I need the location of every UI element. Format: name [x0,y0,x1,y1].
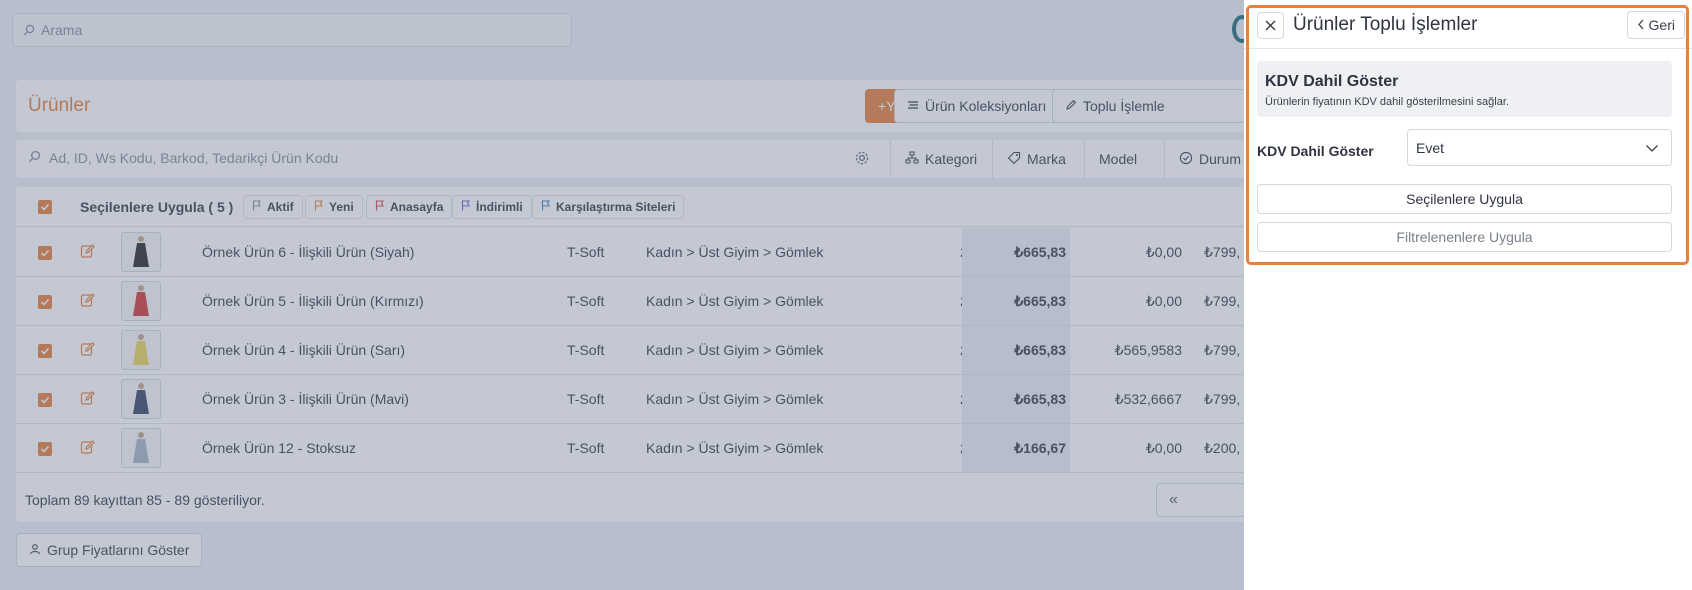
modal-backdrop[interactable] [0,0,1244,590]
bulk-actions-panel: Ürünler Toplu İşlemler Geri KDV Dahil Gö… [1244,0,1692,590]
panel-highlight-frame [1246,5,1689,265]
